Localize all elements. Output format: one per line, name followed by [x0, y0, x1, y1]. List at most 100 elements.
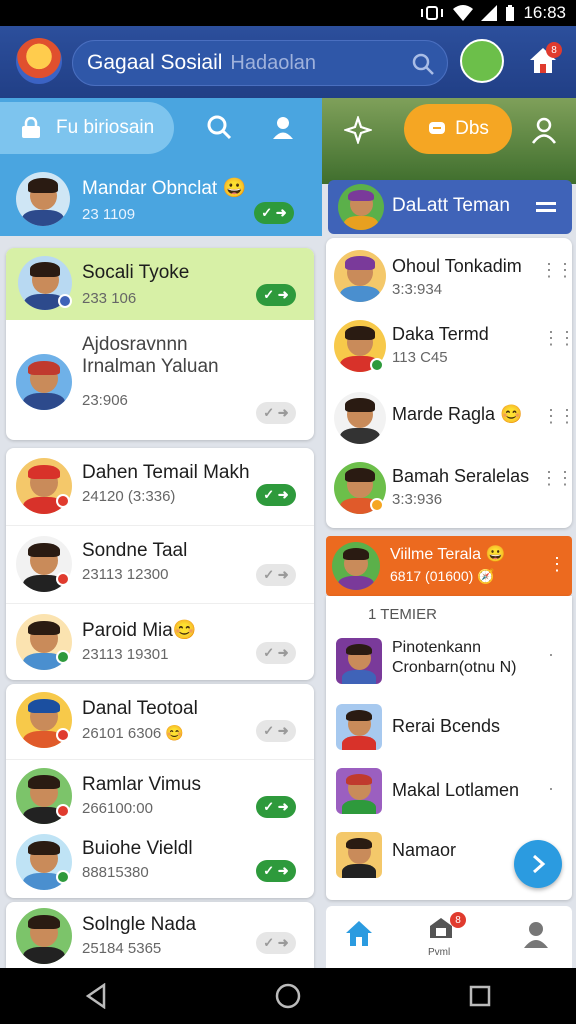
list-item[interactable]: Buiohe Vieldl 88815380 ✓ ➜	[6, 830, 314, 898]
friends-panel: Fu biriosain Mandar Obnclat 😀 23 1109 ✓ …	[0, 98, 322, 968]
status-toggle[interactable]: ✓ ➜	[256, 932, 296, 954]
status-toggle[interactable]: ✓ ➜	[256, 564, 296, 586]
more-icon[interactable]: ⋮⋮	[542, 406, 576, 427]
more-icon[interactable]: ·	[548, 644, 554, 665]
list-item[interactable]: Ramlar Vimus 266100:00 ✓ ➜	[6, 760, 314, 830]
nav-messages[interactable]: 8 Pvml	[428, 912, 468, 964]
avatar	[336, 638, 382, 684]
contact-time: 23113 12300	[82, 566, 169, 583]
contacts-header: Dbs	[322, 98, 576, 184]
list-item[interactable]: Sondne Taal 23113 12300 ✓ ➜	[6, 526, 314, 604]
home-circle-icon[interactable]	[275, 983, 301, 1009]
contact-name: Bamah Seralelas	[392, 466, 530, 486]
home-icon[interactable]	[344, 918, 374, 948]
sparkle-icon[interactable]	[344, 116, 372, 144]
more-icon[interactable]: ⋮⋮	[540, 260, 574, 281]
profile-icon[interactable]	[522, 920, 550, 948]
recents-icon[interactable]	[468, 984, 492, 1008]
list-item[interactable]: Ohoul Tonkadim 3:3:934 ⋮⋮	[326, 246, 574, 312]
contacts-panel: Dbs DaLatt Teman Ohoul Tonkadim 3:3:934 …	[322, 98, 576, 968]
profile-icon[interactable]	[530, 116, 558, 144]
contact-name: Sondne Taal	[82, 540, 188, 561]
list-item[interactable]: Socali Tyoke 233 106 ✓ ➜	[6, 248, 314, 320]
pinned-name: Mandar Obnclat 😀	[82, 178, 247, 199]
contact-name: Marde Ragla 😊	[392, 404, 523, 424]
home-notification-button[interactable]: 8	[528, 42, 562, 79]
list-item[interactable]: Ajdosravnnn Irnalman Yaluan 23:906 ✓ ➜	[6, 328, 314, 440]
status-toggle[interactable]: ✓ ➜	[256, 642, 296, 664]
search-bar[interactable]: Gagaal Sosiail Hadaolan	[72, 40, 448, 86]
friends-list-header[interactable]: DaLatt Teman	[328, 180, 572, 234]
list-item[interactable]: Marde Ragla 😊 ⋮⋮	[326, 384, 576, 450]
status-toggle[interactable]: ✓ ➜	[256, 796, 296, 818]
avatar	[16, 354, 72, 410]
contact-name: Paroid Mia😊	[82, 620, 197, 641]
list-item[interactable]: Pinotenkann Cronbarn(otnu N) ·	[326, 632, 572, 694]
tab-friends[interactable]: Fu biriosain	[0, 102, 174, 154]
group-chat-header[interactable]: Viilme Terala 😀 6817 (01600) 🧭 ⋮	[326, 536, 572, 596]
tab-dbs[interactable]: Dbs	[404, 104, 512, 154]
profile-avatar[interactable]	[460, 39, 504, 83]
back-icon[interactable]	[84, 983, 108, 1009]
chevron-right-icon	[533, 854, 546, 874]
pinned-time: 23 1109	[82, 206, 136, 223]
next-button[interactable]	[514, 840, 562, 888]
contact-time: 3:3:936	[392, 491, 443, 508]
vibrate-icon	[421, 6, 444, 20]
search-hint: Hadaolan	[230, 51, 317, 74]
search-icon[interactable]	[411, 52, 435, 76]
avatar	[336, 704, 382, 750]
status-toggle[interactable]: ✓ ➜	[256, 284, 296, 306]
contact-name: Danal Teotoal	[82, 698, 198, 719]
status-toggle[interactable]: ✓ ➜	[256, 860, 296, 882]
app-logo[interactable]	[16, 38, 62, 84]
list-item[interactable]: Danal Teotoal 26101 6306 😊 ✓ ➜	[6, 684, 314, 760]
avatar	[334, 250, 386, 302]
status-toggle[interactable]: ✓ ➜	[256, 402, 296, 424]
contacts-card: Ohoul Tonkadim 3:3:934 ⋮⋮ Daka Termd 113…	[326, 238, 576, 528]
more-icon[interactable]: ·	[548, 778, 554, 799]
contact-time: 3:3:934	[392, 281, 443, 298]
notification-badge: 8	[546, 42, 562, 58]
contact-name: Buiohe Vieldl	[82, 838, 193, 859]
contact-name: Solngle Nada	[82, 914, 197, 935]
online-toggle[interactable]: ✓ ➜	[254, 202, 294, 224]
contact-time: 113 C45	[392, 349, 448, 366]
friends-list-title: DaLatt Teman	[392, 195, 510, 216]
member-name: Pinotenkann Cronbarn(otnu N)	[392, 639, 517, 676]
avatar	[332, 542, 380, 590]
list-item[interactable]: Bamah Seralelas 3:3:936 ⋮⋮	[326, 454, 574, 524]
menu-icon[interactable]	[536, 200, 556, 214]
more-icon[interactable]: ⋮⋮	[540, 468, 574, 489]
contact-time: 23113 19301	[82, 646, 169, 663]
status-toggle[interactable]: ✓ ➜	[256, 484, 296, 506]
member-name: Makal Lotlamen	[392, 780, 520, 800]
list-item[interactable]: Daka Termd 113 C45 ⋮⋮	[326, 314, 576, 380]
contact-name: Ajdosravnnn Irnalman Yaluan	[82, 334, 219, 377]
contact-time: 25184 5365	[82, 940, 162, 957]
list-item[interactable]: Dahen Temail Makh 24120 (3:336) ✓ ➜	[6, 448, 314, 526]
avatar	[336, 768, 382, 814]
add-friend-icon[interactable]	[270, 114, 296, 140]
search-icon[interactable]	[206, 114, 232, 140]
status-toggle[interactable]: ✓ ➜	[256, 720, 296, 742]
contact-name: Ramlar Vimus	[82, 774, 201, 795]
lock-icon	[22, 117, 40, 138]
chat-group-card: Solngle Nada 25184 5365 ✓ ➜	[6, 902, 314, 968]
list-item[interactable]: Solngle Nada 25184 5365 ✓ ➜	[6, 902, 314, 968]
tab-friends-label: Fu biriosain	[56, 117, 155, 138]
pinned-chat[interactable]: Mandar Obnclat 😀 23 1109 ✓ ➜	[0, 166, 322, 236]
more-icon[interactable]: ⋮⋮	[542, 328, 576, 349]
battery-icon	[506, 5, 515, 21]
contact-name: Ohoul Tonkadim	[392, 256, 522, 276]
contact-time: 266100:00	[82, 800, 153, 817]
bottom-nav: 8 Pvml	[326, 906, 572, 968]
more-icon[interactable]: ⋮	[548, 554, 566, 575]
list-item[interactable]: Rerai Bcends	[326, 696, 572, 758]
status-bar: 16:83	[0, 0, 576, 26]
clock: 16:83	[523, 3, 566, 22]
notification-badge: 8	[450, 912, 466, 928]
list-item[interactable]: Makal Lotlamen ·	[326, 760, 572, 822]
list-item[interactable]: Paroid Mia😊 23113 19301 ✓ ➜	[6, 604, 314, 680]
friends-header: Fu biriosain Mandar Obnclat 😀 23 1109 ✓ …	[0, 98, 322, 236]
